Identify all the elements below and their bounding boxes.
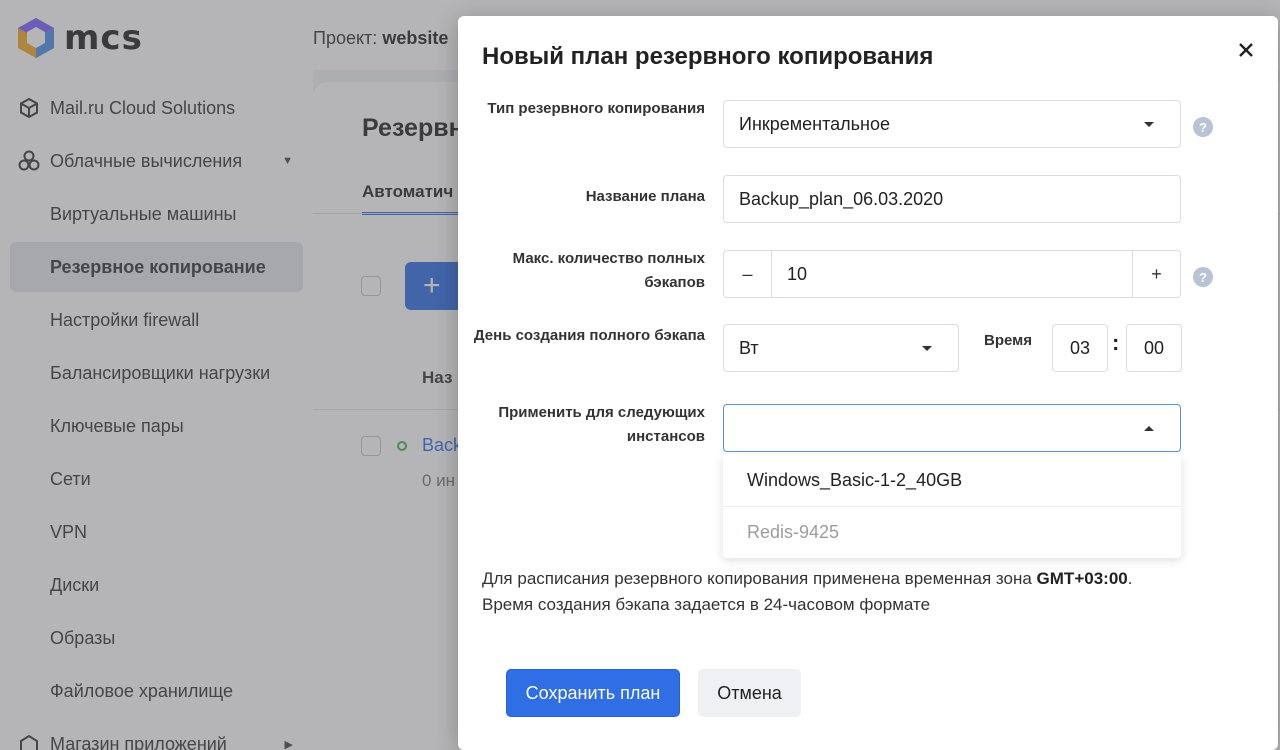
close-button[interactable] xyxy=(1234,38,1258,62)
plan-name-input[interactable]: Backup_plan_06.03.2020 xyxy=(723,175,1181,223)
plan-name-label: Название плана xyxy=(585,188,705,205)
full-backup-day-select[interactable]: Вт xyxy=(723,324,959,372)
note-text: Для расписания резервного копирования пр… xyxy=(482,569,1037,588)
note-line-2: Время создания бэкапа задается в 24-часо… xyxy=(482,595,931,614)
close-icon xyxy=(1239,43,1253,57)
backup-type-select[interactable]: Инкрементальное xyxy=(723,100,1181,148)
instances-select[interactable] xyxy=(723,404,1181,452)
max-full-backups-label: Макс. количество полных бэкапов xyxy=(512,250,705,291)
instances-label: Применить для следующих инстансов xyxy=(498,404,705,445)
help-icon[interactable]: ? xyxy=(1193,267,1213,287)
minutes-input[interactable]: 00 xyxy=(1126,324,1182,372)
time-separator: : xyxy=(1112,330,1120,355)
dialog-title: Новый план резервного копирования xyxy=(482,43,934,70)
max-full-backups-input[interactable]: 10 xyxy=(771,251,1133,297)
full-backup-day-label: День создания полного бэкапа xyxy=(473,327,705,344)
hours-input[interactable]: 03 xyxy=(1052,324,1108,372)
new-backup-plan-dialog: Новый план резервного копирования Тип ре… xyxy=(458,16,1278,750)
backup-type-label: Тип резервного копирования xyxy=(487,100,705,117)
max-full-backups-stepper: – 10 + xyxy=(723,250,1181,298)
decrement-button[interactable]: – xyxy=(724,251,771,297)
note-period: . xyxy=(1127,569,1133,588)
chevron-down-icon xyxy=(1144,122,1154,127)
backup-type-value: Инкрементальное xyxy=(739,113,890,134)
dropdown-option[interactable]: Windows_Basic-1-2_40GB xyxy=(723,454,1181,506)
full-backup-day-value: Вт xyxy=(739,337,759,358)
dropdown-option[interactable]: Redis-9425 xyxy=(723,506,1181,558)
plan-name-value: Backup_plan_06.03.2020 xyxy=(739,188,944,209)
chevron-down-icon xyxy=(922,346,932,351)
cancel-button[interactable]: Отмена xyxy=(698,669,801,717)
note-timezone: GMT+03:00 xyxy=(1036,569,1128,588)
chevron-up-icon xyxy=(1144,426,1154,431)
instances-dropdown: Windows_Basic-1-2_40GB Redis-9425 xyxy=(723,454,1181,558)
timezone-note: Для расписания резервного копирования пр… xyxy=(482,566,1242,618)
help-icon[interactable]: ? xyxy=(1193,117,1213,137)
save-plan-button[interactable]: Сохранить план xyxy=(506,669,680,717)
time-label: Время xyxy=(984,332,1032,349)
increment-button[interactable]: + xyxy=(1133,251,1180,297)
